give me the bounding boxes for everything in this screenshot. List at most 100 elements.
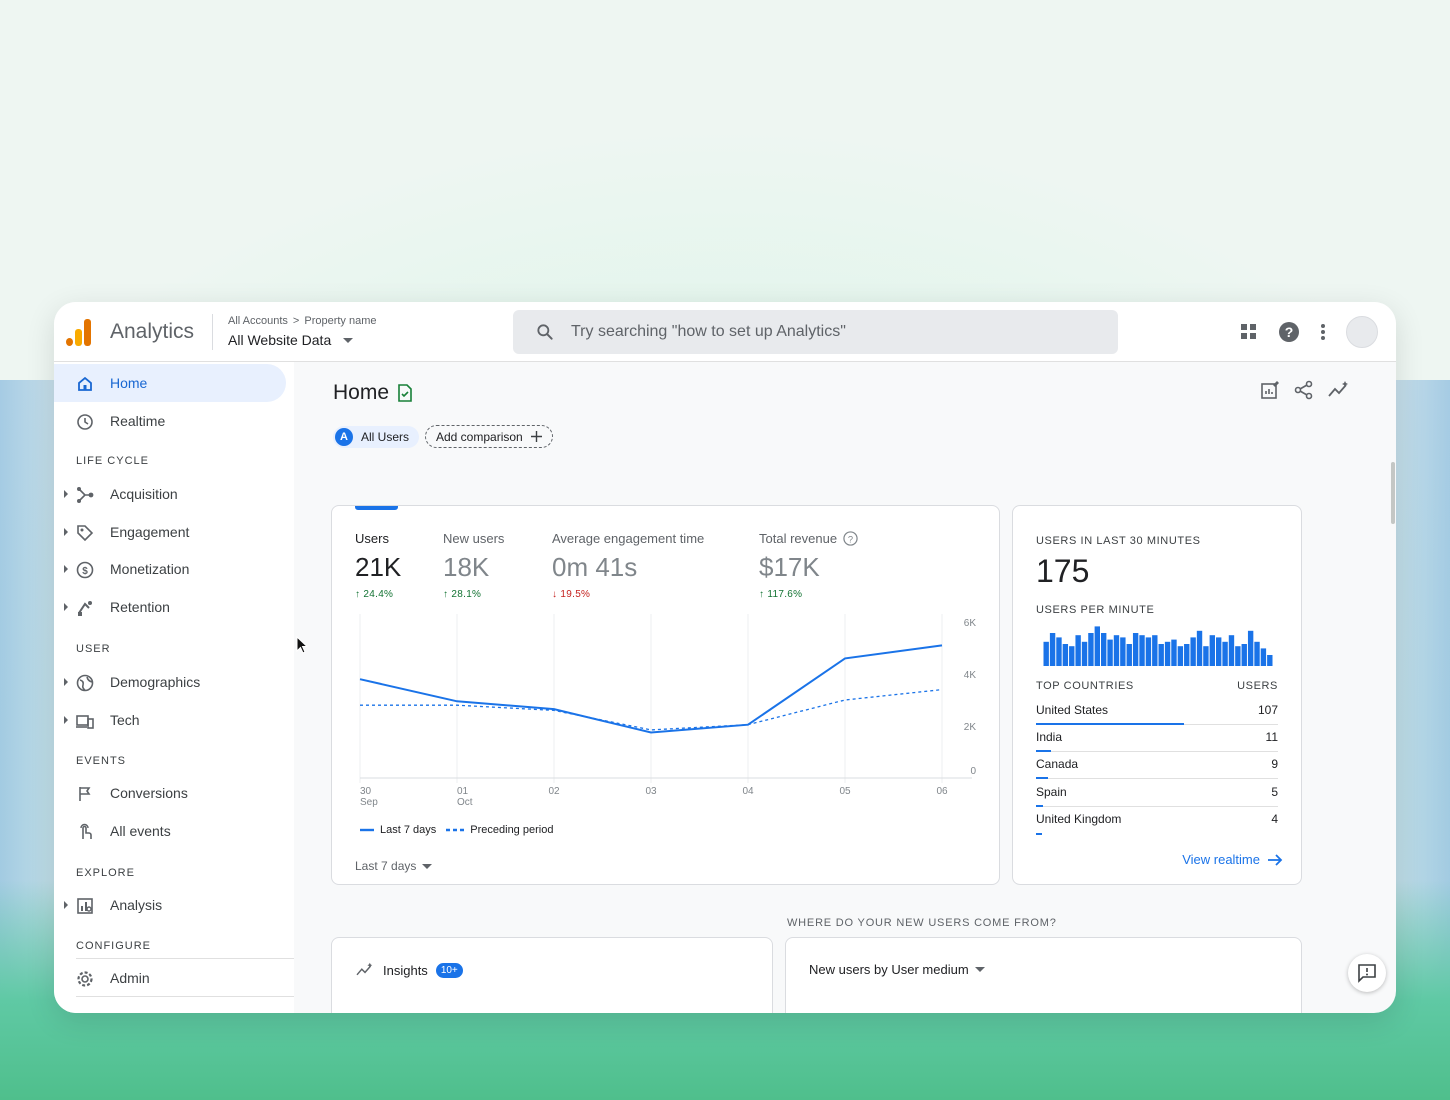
legend-solid-swatch (360, 828, 374, 832)
date-range-label: Last 7 days (355, 859, 417, 873)
users-column-label: USERS (1237, 680, 1278, 692)
edit-report-icon[interactable] (1260, 380, 1280, 400)
per-minute-bar (1069, 646, 1075, 666)
devices-icon (76, 715, 94, 729)
property-selector[interactable]: All Website Data (228, 332, 354, 348)
search-bar[interactable] (513, 310, 1118, 354)
per-minute-bar (1056, 637, 1062, 666)
expand-arrow-icon[interactable] (64, 603, 68, 611)
x-tick-label: 05 (839, 786, 851, 797)
country-row[interactable]: United Kingdom 4 (1036, 807, 1278, 835)
apps-grid-icon[interactable] (1240, 323, 1258, 341)
breadcrumb-property[interactable]: Property name (304, 315, 376, 327)
sidebar-item-all-events[interactable]: All events (54, 812, 286, 850)
expand-arrow-icon[interactable] (64, 565, 68, 573)
per-minute-bar (1062, 644, 1069, 666)
per-minute-bar (1267, 655, 1273, 666)
country-users: 5 (1271, 785, 1278, 799)
expand-arrow-icon[interactable] (64, 490, 68, 498)
feedback-button[interactable] (1348, 954, 1386, 992)
per-minute-bar (1043, 641, 1049, 666)
date-range-selector[interactable]: Last 7 days (355, 859, 433, 873)
sidebar-item-label: Engagement (110, 524, 190, 540)
add-comparison-button[interactable]: Add comparison (425, 425, 553, 448)
country-row[interactable]: Spain 5 (1036, 780, 1278, 807)
country-row[interactable]: United States 107 (1036, 698, 1278, 725)
sidebar-item-label: Analysis (110, 897, 163, 913)
sidebar-item-demographics[interactable]: Demographics (54, 663, 286, 701)
sidebar-item-retention[interactable]: Retention (54, 588, 286, 626)
country-name: India (1036, 730, 1063, 744)
sidebar-nav: Home Realtime LIFE CYCLE Acquisition Eng… (54, 362, 294, 1013)
expand-arrow-icon[interactable] (64, 901, 68, 909)
per-minute-bar (1260, 648, 1267, 666)
sidebar-item-label: All events (110, 823, 171, 839)
per-minute-bar (1113, 635, 1120, 666)
x-tick-sublabel: Oct (457, 797, 473, 808)
dollar-icon: $ (76, 561, 94, 579)
sidebar-item-label: Conversions (110, 785, 188, 801)
country-name: Spain (1036, 785, 1067, 799)
app-name[interactable]: Analytics (110, 320, 194, 344)
country-users: 4 (1271, 812, 1278, 826)
help-icon[interactable]: ? (1278, 321, 1300, 343)
expand-arrow-icon[interactable] (64, 678, 68, 686)
y-tick-label: 2K (964, 722, 977, 733)
expand-arrow-icon[interactable] (64, 528, 68, 536)
search-input[interactable] (571, 323, 1091, 341)
sidebar-item-label: Demographics (110, 674, 201, 690)
country-row[interactable]: Canada 9 (1036, 752, 1278, 779)
section-title-new-users-source: WHERE DO YOUR NEW USERS COME FROM? (787, 917, 1057, 929)
top-countries-header: TOP COUNTRIES USERS (1036, 680, 1278, 692)
top-app-bar: Analytics All Accounts > Property name All… (54, 302, 1396, 362)
retention-icon (78, 601, 92, 616)
share-icon[interactable] (1294, 380, 1314, 400)
insights-count-badge: 10+ (435, 962, 463, 978)
new-users-by-label: New users by User medium (809, 962, 969, 977)
scrollbar-thumb[interactable] (1391, 462, 1395, 524)
view-realtime-link[interactable]: View realtime (1182, 852, 1283, 867)
all-users-chip[interactable]: A All Users (333, 426, 420, 448)
x-tick-label: 06 (936, 786, 948, 797)
page-title-text: Home (333, 381, 390, 404)
per-minute-bar (1158, 644, 1164, 666)
sidebar-item-realtime[interactable]: Realtime (54, 402, 286, 440)
sidebar-item-engagement[interactable]: Engagement (54, 513, 286, 551)
per-minute-bar (1203, 646, 1209, 666)
segment-letter-badge: A (335, 428, 353, 446)
country-row[interactable]: India 11 (1036, 725, 1278, 752)
overview-card: Users 21K ↑ 24.4% New users 18K ↑ 28.1% … (331, 505, 1000, 885)
per-minute-bar (1094, 626, 1100, 666)
sidebar-item-acquisition[interactable]: Acquisition (54, 475, 286, 513)
analytics-logo-icon[interactable] (66, 318, 94, 346)
sidebar-item-tech[interactable]: Tech (54, 701, 286, 739)
expand-arrow-icon[interactable] (64, 716, 68, 724)
tag-icon (77, 525, 94, 542)
legend-dashed-swatch (446, 828, 465, 832)
more-vert-icon[interactable] (1320, 323, 1326, 341)
section-events: EVENTS (76, 755, 127, 767)
sidebar-item-label: Monetization (110, 561, 190, 577)
chart-legend: Last 7 days Preceding period (360, 824, 553, 836)
sidebar-item-home[interactable]: Home (54, 364, 286, 402)
per-minute-bar (1209, 635, 1215, 666)
sidebar-item-admin[interactable]: Admin (54, 959, 286, 997)
breadcrumb-accounts[interactable]: All Accounts (228, 315, 288, 327)
realtime-user-count: 175 (1036, 553, 1090, 589)
new-users-dimension-selector[interactable]: New users by User medium (809, 962, 985, 977)
search-icon (537, 324, 553, 340)
insights-header[interactable]: Insights 10+ (355, 962, 463, 978)
sidebar-item-analysis[interactable]: Analysis (54, 886, 286, 924)
x-tick-label: 04 (742, 786, 754, 797)
x-tick-label: 02 (548, 786, 560, 797)
arrow-right-icon (1268, 853, 1283, 866)
verified-report-icon[interactable] (397, 384, 413, 402)
account-avatar[interactable] (1346, 316, 1378, 348)
sidebar-item-monetization[interactable]: $ Monetization (54, 550, 286, 588)
per-minute-bar (1171, 639, 1177, 666)
sidebar-item-conversions[interactable]: Conversions (54, 774, 286, 812)
users-per-minute-label: USERS PER MINUTE (1036, 604, 1155, 616)
insights-spark-icon (356, 962, 373, 976)
sidebar-item-label: Retention (110, 599, 170, 615)
insights-spark-icon[interactable] (1328, 380, 1350, 400)
